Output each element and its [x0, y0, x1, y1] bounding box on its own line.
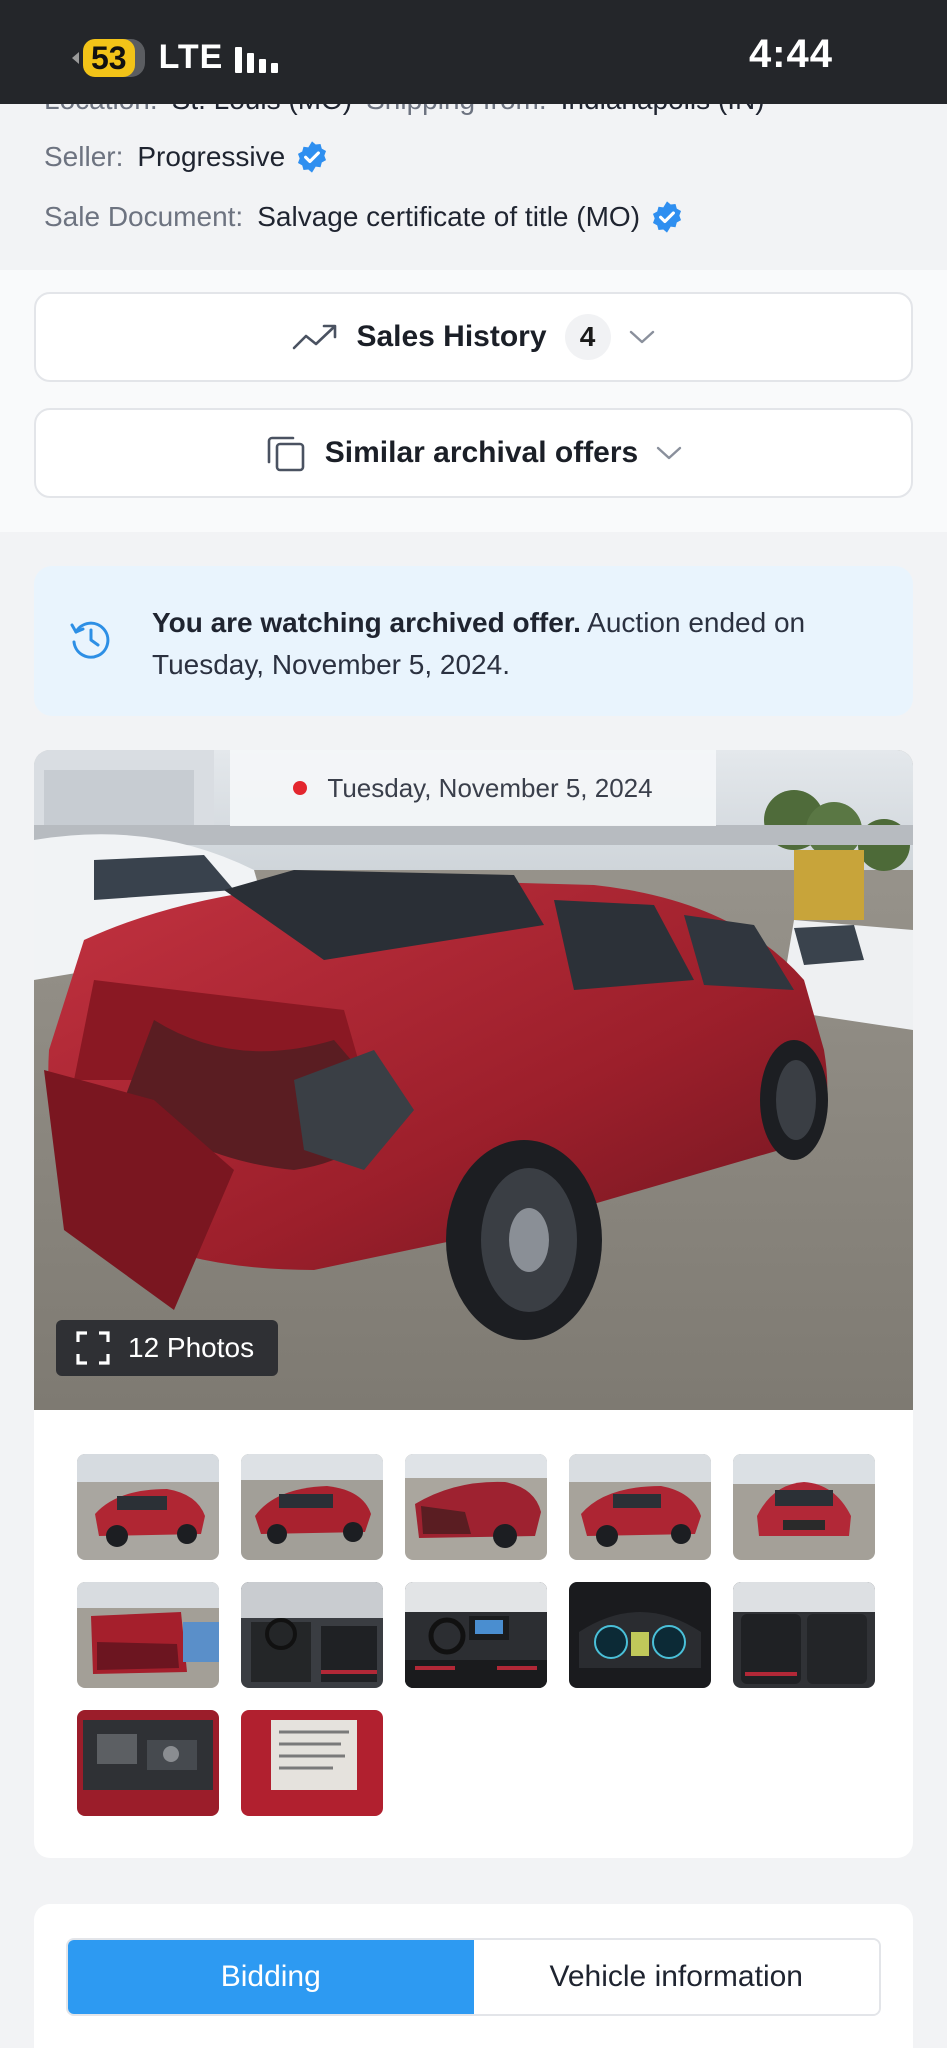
- similar-offers-label: Similar archival offers: [324, 436, 639, 469]
- location-row: Location: St. Louis (MO) Shipping from: …: [44, 104, 765, 116]
- thumbnail-5[interactable]: [733, 1454, 875, 1560]
- thumbnail-11[interactable]: [77, 1710, 219, 1816]
- battery-level: 53: [83, 38, 135, 77]
- status-bar: 53 LTE 4:44: [0, 0, 947, 104]
- thumbnail-6[interactable]: [77, 1582, 219, 1688]
- listing-info: Location: St. Louis (MO) Shipping from: …: [0, 104, 947, 270]
- sales-history-count: 4: [564, 314, 611, 360]
- thumbnail-8[interactable]: [405, 1582, 547, 1688]
- trending-up-icon: [293, 324, 337, 350]
- sections-panel: Sales History 4 Similar archival offers: [0, 270, 947, 532]
- seller-value: Progressive: [137, 141, 286, 172]
- sales-history-toggle[interactable]: Sales History 4: [34, 292, 913, 382]
- shipping-value: Indianapolis (IN): [561, 104, 765, 116]
- archived-offer-title: You are watching archived offer.: [152, 607, 581, 638]
- archived-offer-text: You are watching archived offer. Auction…: [152, 602, 872, 686]
- clock: 4:44: [748, 32, 833, 76]
- thumbnail-2[interactable]: [241, 1454, 383, 1560]
- status-left: 53 LTE: [72, 38, 283, 77]
- verified-badge-icon: [298, 141, 327, 173]
- thumbnail-7[interactable]: [241, 1582, 383, 1688]
- tab-vehicle-information[interactable]: Vehicle information: [473, 1940, 879, 2014]
- verified-badge-icon: [653, 201, 682, 233]
- sales-history-label: Sales History: [356, 320, 547, 353]
- seller-row: Seller: Progressive: [44, 140, 329, 174]
- archived-offer-banner: You are watching archived offer. Auction…: [34, 566, 913, 716]
- tab-bidding[interactable]: Bidding: [68, 1940, 474, 2014]
- location-label: Location:: [44, 104, 158, 116]
- similar-offers-toggle[interactable]: Similar archival offers: [34, 408, 913, 498]
- chevron-down-icon: [657, 446, 682, 460]
- photo-gallery: Tuesday, November 5, 2024 12 Photos: [34, 750, 913, 1858]
- sale-document-label: Sale Document:: [44, 201, 244, 232]
- fullscreen-icon: [76, 1331, 110, 1365]
- copy-icon: [267, 436, 305, 472]
- thumbnail-1[interactable]: [77, 1454, 219, 1560]
- location-value: St. Louis (MO): [172, 104, 352, 116]
- back-caret-icon: [72, 51, 79, 64]
- sale-document-row: Sale Document: Salvage certificate of ti…: [44, 200, 684, 234]
- history-icon: [70, 621, 110, 659]
- shipping-label: Shipping from:: [366, 104, 547, 116]
- view-all-photos-button[interactable]: 12 Photos: [56, 1320, 279, 1376]
- date-dot-icon: [293, 781, 308, 795]
- seller-label: Seller:: [44, 141, 124, 172]
- chevron-down-icon: [629, 330, 654, 344]
- thumbnail-9[interactable]: [569, 1582, 711, 1688]
- photos-count-label: 12 Photos: [128, 1332, 255, 1363]
- main-vehicle-photo[interactable]: Tuesday, November 5, 2024 12 Photos: [34, 750, 913, 1410]
- thumbnail-4[interactable]: [569, 1454, 711, 1560]
- photo-date: Tuesday, November 5, 2024: [327, 772, 653, 803]
- damaged-car-image: [34, 750, 913, 1410]
- signal-bars-icon: [235, 43, 283, 73]
- thumbnail-10[interactable]: [733, 1582, 875, 1688]
- network-type: LTE: [158, 38, 224, 76]
- battery-indicator: 53: [83, 38, 145, 77]
- thumbnail-3[interactable]: [405, 1454, 547, 1560]
- details-tabs: Bidding Vehicle information: [66, 1938, 881, 2016]
- photo-date-label: Tuesday, November 5, 2024: [230, 750, 716, 826]
- thumbnail-12[interactable]: [241, 1710, 383, 1816]
- details-tabs-card: Bidding Vehicle information: [34, 1904, 913, 2048]
- sale-document-value: Salvage certificate of title (MO): [257, 201, 641, 232]
